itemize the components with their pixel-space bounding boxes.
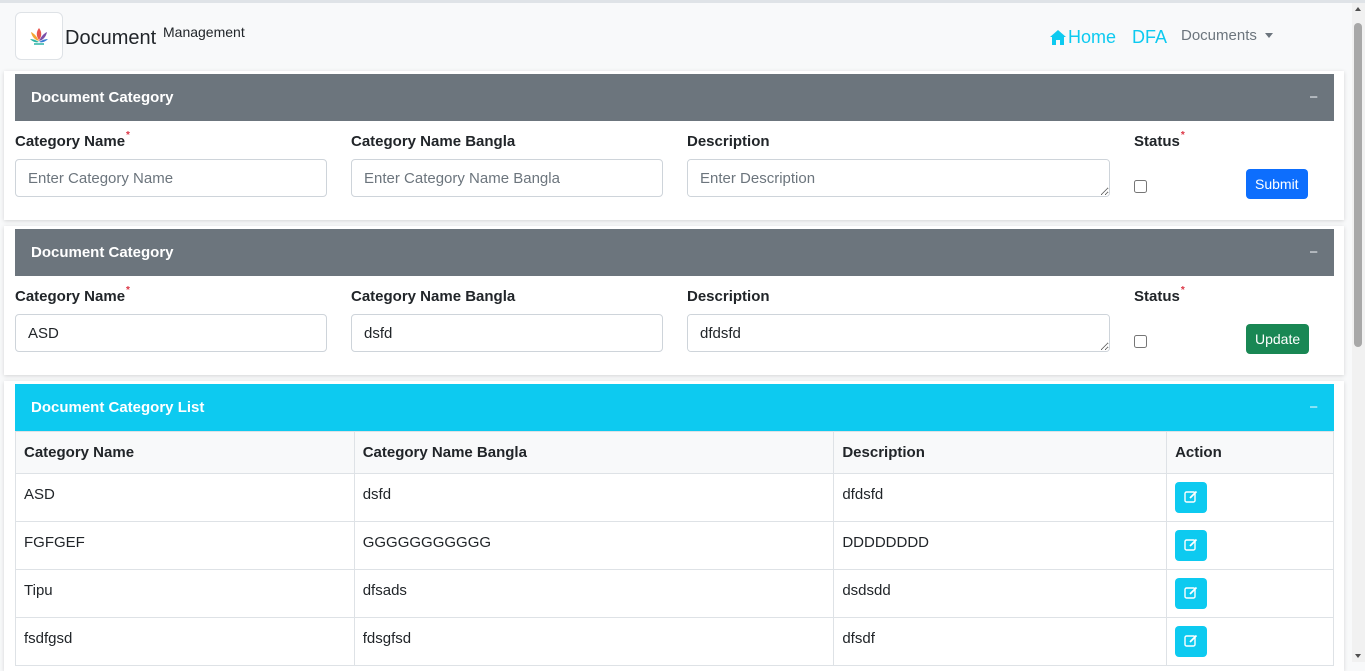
scrollbar-thumb[interactable] — [1354, 23, 1362, 347]
category-name-bangla-label: Category Name Bangla — [351, 288, 516, 305]
column-header-description[interactable]: Description — [833, 431, 1168, 474]
category-name-bangla-input[interactable] — [351, 159, 663, 197]
cell-category-name: fsdfgsd — [15, 617, 355, 666]
edit-icon — [1184, 538, 1198, 551]
collapse-button[interactable]: − — [1309, 244, 1318, 261]
edit-status-checkbox[interactable] — [1134, 335, 1147, 348]
create-card-header: Document Category − — [15, 74, 1334, 121]
scroll-up-arrow-icon[interactable] — [1355, 7, 1361, 11]
cell-description: dfdsfd — [833, 473, 1168, 522]
edit-button[interactable] — [1175, 530, 1208, 561]
submit-button[interactable]: Submit — [1246, 169, 1308, 199]
cell-action — [1166, 617, 1334, 666]
home-icon — [1050, 30, 1066, 45]
brand-subtitle: Management — [163, 24, 245, 40]
category-name-input[interactable] — [15, 159, 327, 197]
category-list-card: Document Category List − Category Name C… — [4, 381, 1344, 671]
edit-category-name-input[interactable] — [15, 314, 327, 352]
category-table: Category Name Category Name Bangla Descr… — [15, 431, 1334, 666]
update-button[interactable]: Update — [1246, 324, 1310, 354]
table-row: fsdfgsd fdsgfsd dfsdf — [15, 617, 1334, 666]
create-category-card: Document Category − Category Name* Categ… — [4, 71, 1344, 220]
category-name-label: Category Name* — [15, 285, 130, 305]
required-mark: * — [126, 130, 130, 141]
table-row: Tipu dfsads dsdsdd — [15, 569, 1334, 618]
cell-category-name-bangla: fdsgfsd — [353, 617, 835, 666]
cell-category-name-bangla: GGGGGGGGGGG — [353, 521, 835, 570]
edit-category-card: Document Category − Category Name* Categ… — [4, 226, 1344, 375]
status-label: Status* — [1134, 130, 1185, 150]
edit-icon — [1184, 490, 1198, 503]
cell-action — [1166, 569, 1334, 618]
edit-icon — [1184, 586, 1198, 599]
category-name-label-text: Category Name — [15, 133, 126, 150]
description-input[interactable] — [687, 159, 1110, 197]
status-label-text: Status — [1134, 133, 1180, 150]
edit-description-input[interactable]: dfdsfd — [687, 314, 1110, 352]
collapse-button[interactable]: − — [1309, 399, 1318, 416]
category-name-bangla-label: Category Name Bangla — [351, 133, 516, 150]
column-header-category-name[interactable]: Category Name — [15, 431, 355, 474]
column-header-category-name-bangla[interactable]: Category Name Bangla — [353, 431, 835, 474]
cell-category-name-bangla: dfsads — [353, 569, 835, 618]
cell-description: DDDDDDDD — [833, 521, 1168, 570]
edit-button[interactable] — [1175, 482, 1208, 513]
caret-down-icon — [1264, 33, 1273, 38]
cell-action — [1166, 473, 1334, 522]
description-label: Description — [687, 288, 770, 305]
column-header-action: Action — [1166, 431, 1334, 474]
list-card-header: Document Category List − — [15, 384, 1334, 431]
nav-home-label: Home — [1068, 27, 1117, 47]
collapse-button[interactable]: − — [1309, 89, 1318, 106]
nav-documents-label: Documents — [1181, 27, 1257, 44]
table-row: FGFGEF GGGGGGGGGGG DDDDDDDD — [15, 521, 1334, 570]
cell-description: dsdsdd — [833, 569, 1168, 618]
cell-action — [1166, 521, 1334, 570]
table-header-row: Category Name Category Name Bangla Descr… — [15, 431, 1334, 474]
edit-button[interactable] — [1175, 626, 1208, 657]
status-label-text: Status — [1134, 288, 1180, 305]
cell-category-name-bangla: dsfd — [353, 473, 835, 522]
table-row: ASD dsfd dfdsfd — [15, 473, 1334, 522]
nav-documents-dropdown[interactable]: Documents — [1181, 27, 1273, 44]
cell-category-name: Tipu — [15, 569, 355, 618]
status-checkbox[interactable] — [1134, 180, 1147, 193]
logo[interactable] — [15, 12, 63, 60]
required-mark: * — [1180, 130, 1185, 141]
nav-dfa-link[interactable]: DFA — [1132, 27, 1167, 48]
cell-category-name: FGFGEF — [15, 521, 355, 570]
navbar: Document Management Home DFA Documents — [0, 3, 1352, 71]
brand-title[interactable]: Document — [65, 27, 156, 50]
edit-category-name-bangla-input[interactable] — [351, 314, 663, 352]
required-mark: * — [126, 285, 130, 296]
lotus-logo-icon — [30, 28, 48, 45]
scroll-down-arrow-icon[interactable] — [1355, 654, 1361, 658]
create-card-title: Document Category — [31, 89, 174, 106]
category-name-label: Category Name* — [15, 130, 130, 150]
required-mark: * — [1180, 285, 1185, 296]
edit-card-title: Document Category — [31, 244, 174, 261]
cell-category-name: ASD — [15, 473, 355, 522]
list-card-title: Document Category List — [31, 399, 205, 416]
nav-home-link[interactable]: Home — [1049, 27, 1116, 48]
description-label: Description — [687, 133, 770, 150]
page-scrollbar[interactable] — [1352, 3, 1365, 662]
edit-button[interactable] — [1175, 578, 1208, 609]
edit-card-header: Document Category − — [15, 229, 1334, 276]
edit-icon — [1184, 634, 1198, 647]
status-label: Status* — [1134, 285, 1185, 305]
cell-description: dfsdf — [833, 617, 1168, 666]
category-name-label-text: Category Name — [15, 288, 126, 305]
